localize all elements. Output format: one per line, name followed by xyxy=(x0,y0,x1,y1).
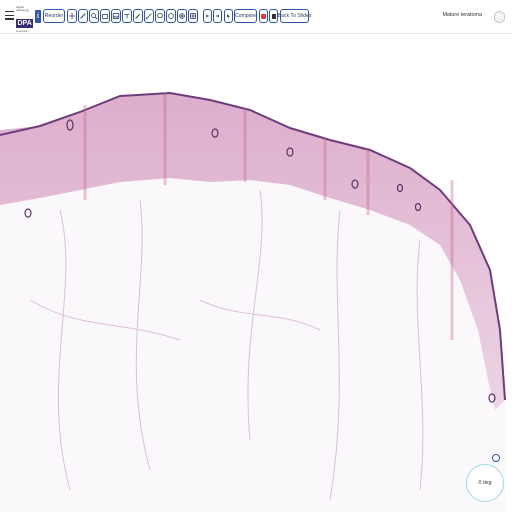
panel-toggle[interactable] xyxy=(494,11,505,23)
spiral-icon xyxy=(179,13,185,19)
zoom-icon xyxy=(91,13,98,20)
logo-text: DPA xyxy=(16,19,34,28)
slide-viewer[interactable]: 0 deg xyxy=(0,34,512,512)
image-icon xyxy=(112,13,120,19)
pencil-icon xyxy=(80,13,86,19)
line-icon xyxy=(145,13,152,20)
previous-slide-button[interactable] xyxy=(203,9,212,23)
compare-label: Compare xyxy=(234,13,257,19)
arrow-left-icon xyxy=(205,14,209,18)
crop-tool-button[interactable] xyxy=(100,9,110,23)
pointer-tool-button[interactable] xyxy=(224,9,233,23)
pan-tool-button[interactable] xyxy=(67,9,77,23)
brush-tool-button[interactable] xyxy=(133,9,143,23)
zoom-tool-button[interactable] xyxy=(89,9,99,23)
logo-top-text: digital pathology xyxy=(16,5,30,12)
dpa-logo: digital pathology DPA association xyxy=(16,5,34,33)
spiral-tool-button[interactable] xyxy=(177,9,187,23)
lasso-icon xyxy=(157,13,163,18)
pointer-icon xyxy=(227,13,230,19)
crop-icon xyxy=(102,13,108,19)
grid-tool-button[interactable] xyxy=(188,9,198,23)
top-toolbar: digital pathology DPA association i Reor… xyxy=(0,0,512,34)
compare-button[interactable]: Compare xyxy=(234,9,257,23)
arrow-right-icon xyxy=(216,14,220,18)
reorder-button[interactable]: Reorder xyxy=(43,9,65,23)
rotation-handle[interactable] xyxy=(492,454,500,462)
next-slide-button[interactable] xyxy=(213,9,222,23)
menu-icon[interactable] xyxy=(5,11,14,20)
image-tool-button[interactable] xyxy=(111,9,121,23)
brush-icon xyxy=(135,14,140,19)
grid-icon xyxy=(190,13,196,19)
measure-tool-button[interactable] xyxy=(122,9,132,23)
pan-icon xyxy=(68,12,76,20)
back-to-slides-label: Back To Slides xyxy=(277,13,312,19)
line-tool-button[interactable] xyxy=(144,9,154,23)
circle-icon xyxy=(168,13,174,19)
info-button[interactable]: i xyxy=(35,10,41,23)
record-icon xyxy=(261,13,266,19)
reorder-label: Reorder xyxy=(44,13,64,19)
logo-sub-text: association xyxy=(16,30,29,33)
record-button[interactable] xyxy=(259,9,268,23)
pencil-tool-button[interactable] xyxy=(78,9,88,23)
rotation-readout: 0 deg xyxy=(478,480,492,486)
tissue-image xyxy=(0,91,506,512)
rotation-control[interactable]: 0 deg xyxy=(466,464,504,502)
measure-icon xyxy=(124,14,130,19)
lasso-tool-button[interactable] xyxy=(155,9,165,23)
circle-tool-button[interactable] xyxy=(166,9,176,23)
diagnosis-label: Mature teratoma xyxy=(442,12,482,18)
back-to-slides-button[interactable]: Back To Slides xyxy=(278,9,311,23)
